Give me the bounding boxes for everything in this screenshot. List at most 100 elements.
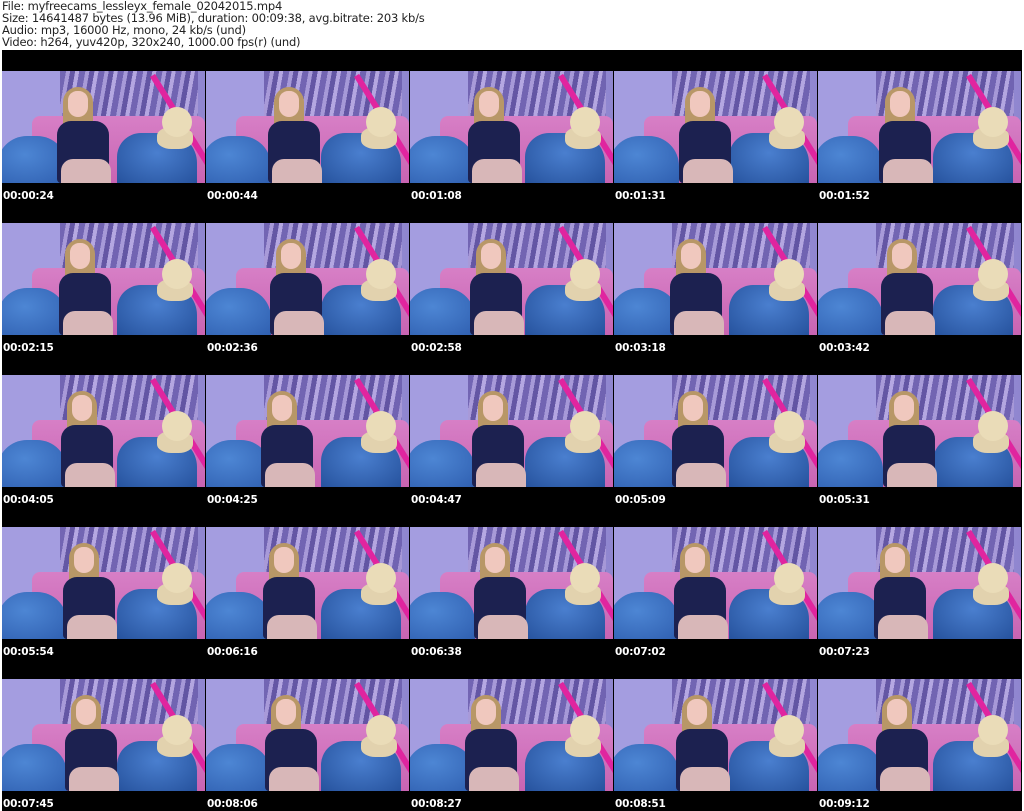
scene-head — [485, 547, 505, 573]
video-frame-thumbnail — [206, 679, 409, 791]
thumbnail-cell: 00:09:12 — [818, 658, 1022, 810]
thumbnail-cell: 00:07:02 — [614, 506, 818, 658]
scene-legs — [265, 463, 315, 487]
scene-bear — [162, 411, 192, 441]
thumbnail-cell: 00:00:44 — [206, 50, 410, 202]
scene-legs — [61, 159, 111, 183]
thumbnail-cell: 00:01:31 — [614, 50, 818, 202]
scene-head — [476, 699, 496, 725]
scene-bear — [570, 715, 600, 745]
scene-bear — [774, 411, 804, 441]
scene-bear — [774, 563, 804, 593]
scene-legs — [683, 159, 733, 183]
scene-head — [479, 91, 499, 117]
scene-bear — [366, 259, 396, 289]
scene-pillow1 — [2, 288, 67, 335]
timestamp-label: 00:01:52 — [819, 190, 870, 202]
thumbnail-cell: 00:04:47 — [410, 354, 614, 506]
scene-head — [276, 699, 296, 725]
scene-legs — [676, 463, 726, 487]
scene-legs — [883, 159, 933, 183]
video-frame-thumbnail — [2, 679, 205, 791]
video-frame-thumbnail — [818, 71, 1021, 183]
scene-bear — [570, 259, 600, 289]
thumbnail-cell: 00:08:06 — [206, 658, 410, 810]
scene-pillow1 — [614, 136, 679, 183]
video-frame-thumbnail — [614, 71, 817, 183]
file-info-header: File: myfreecams_lessleyx_female_0204201… — [2, 0, 425, 48]
video-frame-thumbnail — [410, 71, 613, 183]
scene-legs — [674, 311, 724, 335]
scene-pillow1 — [2, 440, 67, 487]
scene-bear — [978, 411, 1008, 441]
scene-pillow1 — [206, 288, 271, 335]
video-frame-thumbnail — [2, 527, 205, 639]
scene-head — [68, 91, 88, 117]
scene-pillow1 — [206, 592, 271, 639]
thumbnail-grid: 00:00:24 00:00:44 00:01:08 00:01:31 00:01:52… — [2, 50, 1022, 811]
scene-head — [687, 699, 707, 725]
scene-bear — [366, 563, 396, 593]
video-frame-thumbnail — [410, 527, 613, 639]
scene-head — [892, 243, 912, 269]
scene-head — [279, 91, 299, 117]
scene-head — [890, 91, 910, 117]
timestamp-label: 00:08:06 — [207, 798, 258, 810]
scene-pillow1 — [206, 744, 271, 791]
thumbnail-cell: 00:00:24 — [2, 50, 206, 202]
scene-legs — [880, 767, 930, 791]
scene-pillow1 — [818, 288, 883, 335]
timestamp-label: 00:04:25 — [207, 494, 258, 506]
thumbnail-cell: 00:02:36 — [206, 202, 410, 354]
scene-bear — [366, 107, 396, 137]
scene-pillow1 — [2, 592, 67, 639]
video-frame-thumbnail — [818, 679, 1021, 791]
scene-head — [690, 91, 710, 117]
video-frame-thumbnail — [614, 679, 817, 791]
video-frame-thumbnail — [818, 375, 1021, 487]
thumbnail-cell: 00:05:31 — [818, 354, 1022, 506]
scene-legs — [885, 311, 935, 335]
thumbnail-cell: 00:06:38 — [410, 506, 614, 658]
timestamp-label: 00:07:45 — [3, 798, 54, 810]
scene-legs — [678, 615, 728, 639]
thumbnail-cell: 00:04:25 — [206, 354, 410, 506]
timestamp-label: 00:02:15 — [3, 342, 54, 354]
timestamp-label: 00:02:58 — [411, 342, 462, 354]
thumbnail-cell: 00:06:16 — [206, 506, 410, 658]
scene-pillow1 — [614, 744, 679, 791]
thumbnail-cell: 00:08:27 — [410, 658, 614, 810]
thumbnail-cell: 00:02:58 — [410, 202, 614, 354]
video-frame-thumbnail — [614, 375, 817, 487]
scene-legs — [69, 767, 119, 791]
scene-bear — [774, 107, 804, 137]
timestamp-label: 00:09:12 — [819, 798, 870, 810]
timestamp-label: 00:01:08 — [411, 190, 462, 202]
scene-head — [683, 395, 703, 421]
video-frame-thumbnail — [206, 71, 409, 183]
timestamp-label: 00:05:09 — [615, 494, 666, 506]
video-frame-thumbnail — [206, 375, 409, 487]
scene-head — [481, 243, 501, 269]
scene-pillow1 — [410, 440, 475, 487]
scene-head — [281, 243, 301, 269]
timestamp-label: 00:03:42 — [819, 342, 870, 354]
scene-bear — [774, 715, 804, 745]
scene-legs — [887, 463, 937, 487]
scene-legs — [67, 615, 117, 639]
scene-bear — [978, 563, 1008, 593]
scene-legs — [878, 615, 928, 639]
timestamp-label: 00:03:18 — [615, 342, 666, 354]
scene-bear — [978, 107, 1008, 137]
scene-bear — [162, 715, 192, 745]
timestamp-label: 00:06:16 — [207, 646, 258, 658]
scene-bear — [366, 411, 396, 441]
scene-legs — [472, 159, 522, 183]
timestamp-label: 00:08:27 — [411, 798, 462, 810]
scene-bear — [570, 411, 600, 441]
video-frame-thumbnail — [614, 223, 817, 335]
thumbnail-cell: 00:04:05 — [2, 354, 206, 506]
scene-head — [272, 395, 292, 421]
scene-pillow1 — [614, 592, 679, 639]
timestamp-label: 00:00:24 — [3, 190, 54, 202]
